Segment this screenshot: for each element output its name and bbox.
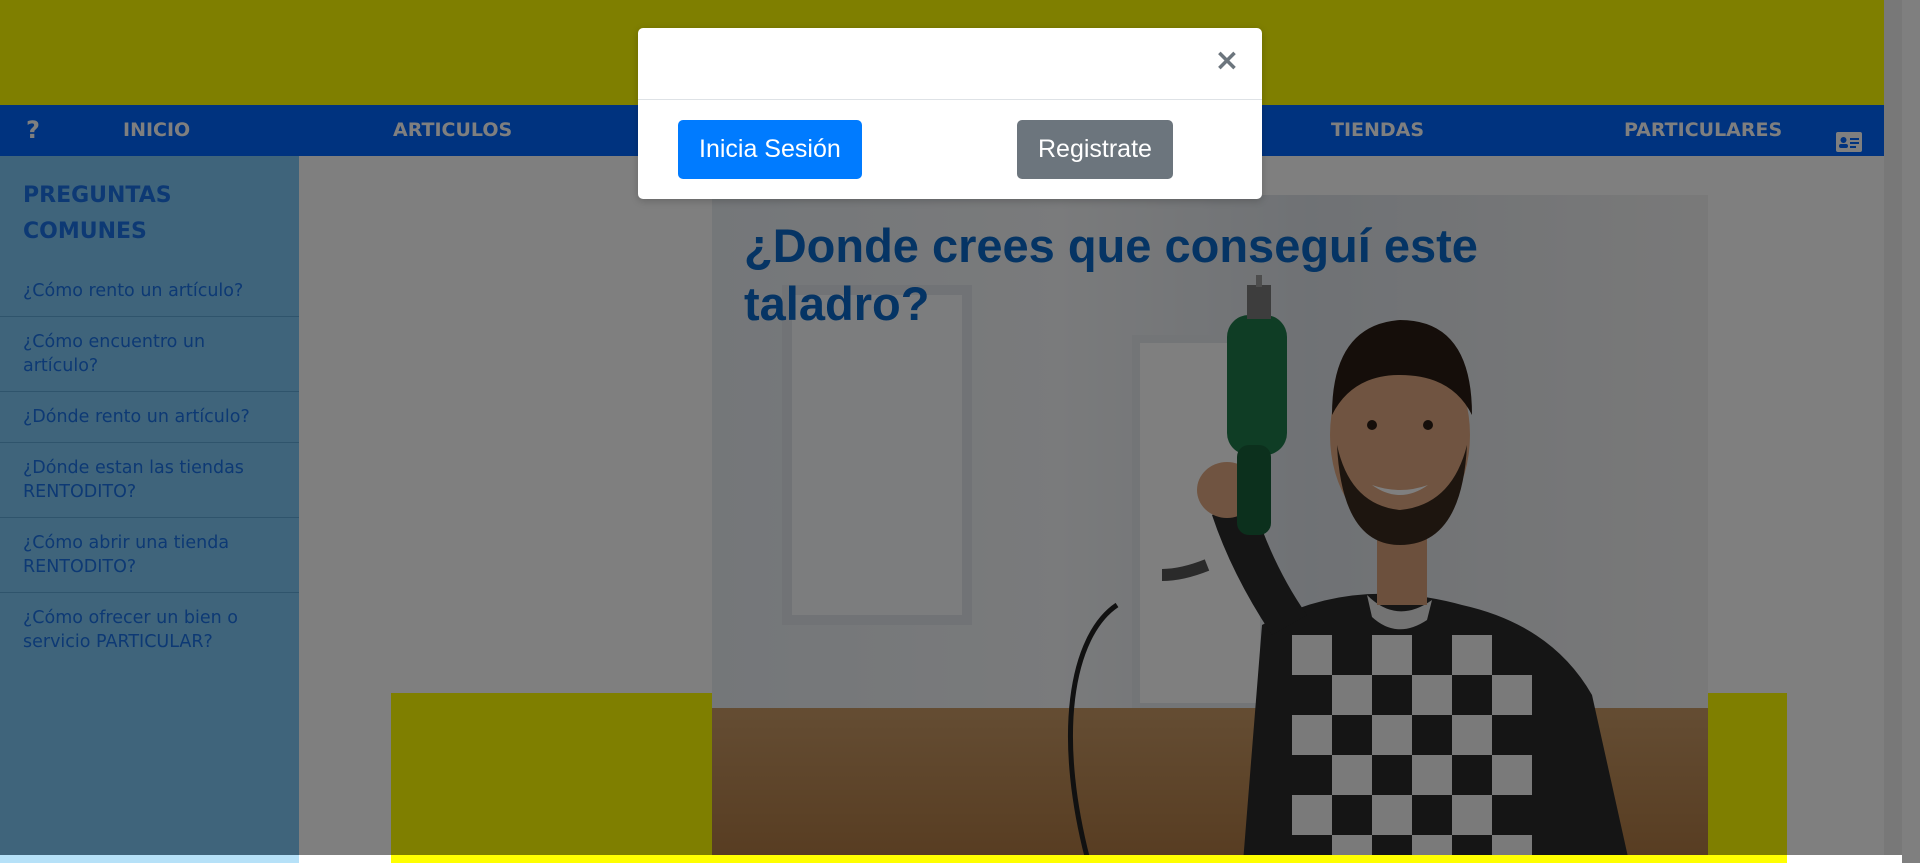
bottom-strip: [391, 855, 1787, 863]
modal-header: ×: [638, 28, 1262, 100]
bottom-strip: [1787, 855, 1902, 863]
register-button[interactable]: Registrate: [1017, 120, 1173, 179]
close-icon[interactable]: ×: [1212, 46, 1242, 76]
bottom-strip: [299, 855, 391, 863]
bottom-strip: [0, 855, 299, 863]
auth-modal: × Inicia Sesión Registrate: [638, 28, 1262, 199]
login-button[interactable]: Inicia Sesión: [678, 120, 862, 179]
